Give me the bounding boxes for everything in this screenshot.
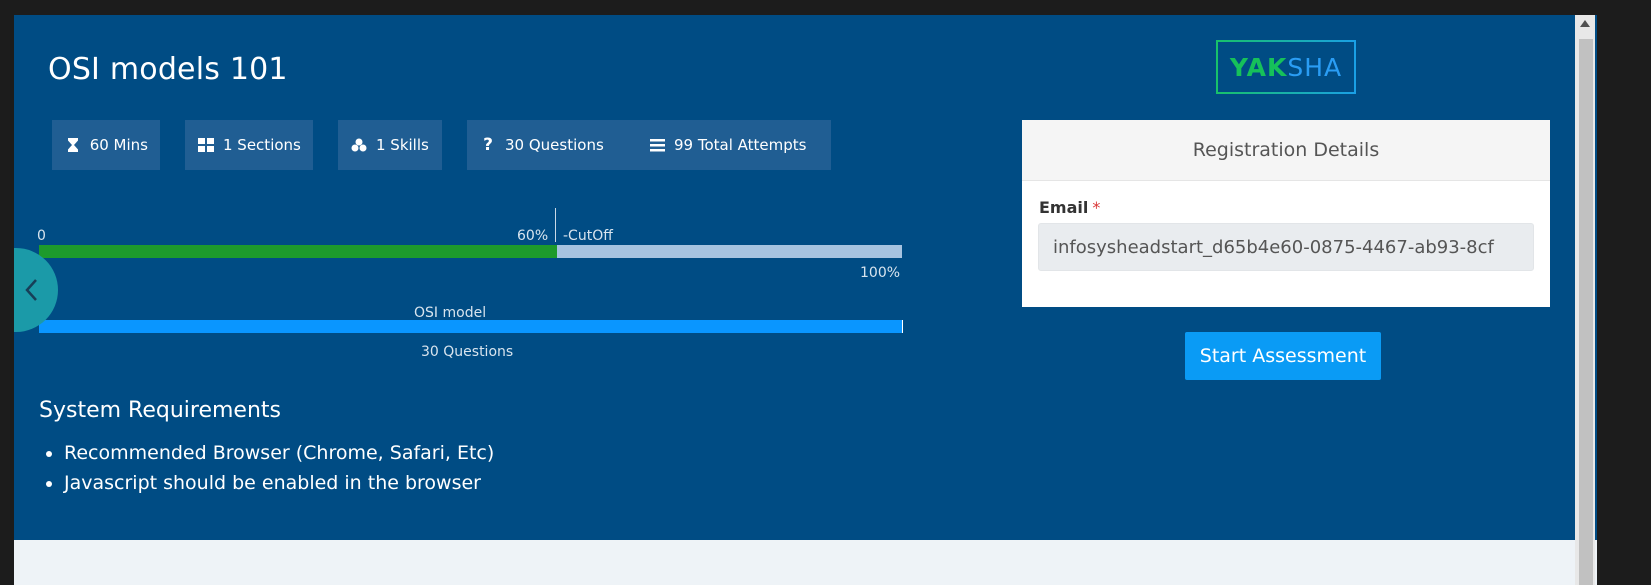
score-cutoff-fill [39, 245, 557, 258]
score-max-label: 100% [860, 265, 901, 281]
email-field[interactable] [1038, 223, 1534, 271]
start-assessment-button[interactable]: Start Assessment [1185, 332, 1381, 380]
logo-part-a: YAK [1229, 52, 1288, 82]
section-bar [39, 320, 903, 333]
page-title: OSI models 101 [48, 52, 288, 87]
list-icon [648, 138, 666, 152]
score-min-label: 0 [37, 228, 46, 244]
hourglass-icon [64, 137, 82, 153]
registration-card: Registration Details Email * [1022, 120, 1550, 307]
vertical-scrollbar[interactable] [1575, 15, 1595, 585]
requirements-title: System Requirements [39, 398, 281, 423]
score-cutoff-value: 60% [517, 228, 549, 244]
yaksha-logo: YAK SHA [1216, 40, 1356, 94]
cubes-icon [350, 138, 368, 152]
scrollbar-thumb[interactable] [1579, 39, 1593, 585]
required-mark: * [1092, 198, 1101, 217]
registration-header: Registration Details [1022, 120, 1550, 181]
stat-skills: 1 Skills [338, 120, 442, 170]
section-questions: 30 Questions [421, 344, 514, 360]
stat-questions: ? 30 Questions [467, 120, 641, 170]
stat-attempts: 99 Total Attempts [636, 120, 831, 170]
requirement-item: Recommended Browser (Chrome, Safari, Etc… [64, 438, 494, 468]
stat-sections: 1 Sections [185, 120, 313, 170]
scroll-up-arrow-icon[interactable] [1580, 20, 1590, 27]
score-cutoff-label: -CutOff [563, 228, 613, 244]
stat-duration: 60 Mins [52, 120, 160, 170]
stat-skills-label: 1 Skills [376, 136, 429, 154]
section-name: OSI model [414, 305, 487, 321]
stat-questions-label: 30 Questions [505, 136, 604, 154]
logo-part-b: SHA [1287, 52, 1343, 82]
question-icon: ? [483, 135, 493, 155]
stat-attempts-label: 99 Total Attempts [674, 136, 807, 154]
grid-icon [197, 138, 215, 152]
cutoff-marker [555, 208, 556, 242]
stat-duration-label: 60 Mins [89, 136, 148, 154]
assessment-hero: OSI models 101 60 Mins 1 Sections 1 Skil… [14, 15, 1597, 540]
requirements-list: Recommended Browser (Chrome, Safari, Etc… [39, 438, 494, 498]
chevron-left-icon [25, 279, 37, 301]
stat-sections-label: 1 Sections [223, 136, 301, 154]
score-bar [39, 245, 902, 258]
requirement-item: Javascript should be enabled in the brow… [64, 468, 494, 498]
app-frame: OSI models 101 60 Mins 1 Sections 1 Skil… [14, 15, 1597, 585]
email-label-text: Email [1039, 198, 1089, 217]
email-label: Email * [1039, 198, 1100, 217]
